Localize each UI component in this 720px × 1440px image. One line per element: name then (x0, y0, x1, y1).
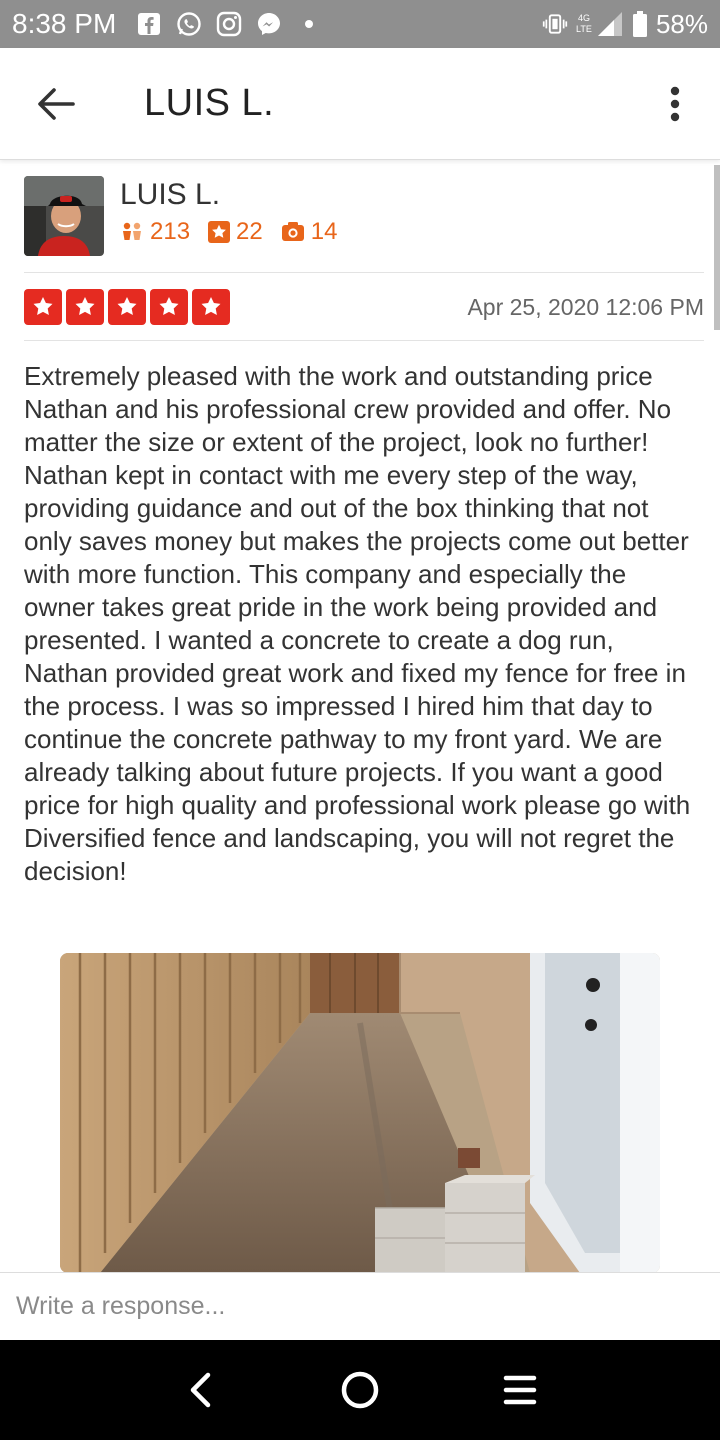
more-options-button[interactable] (660, 79, 690, 129)
review-text: Extremely pleased with the work and outs… (24, 361, 691, 886)
divider (24, 340, 704, 341)
review-photo[interactable] (60, 953, 660, 1273)
home-circle-icon (341, 1371, 379, 1409)
status-right: 4G LTE 58% (542, 9, 708, 40)
more-vertical-icon (670, 86, 680, 121)
photos-count: 14 (310, 218, 338, 245)
photos-stat: 14 (281, 218, 338, 246)
friends-stat: 213 (120, 218, 190, 246)
svg-text:LTE: LTE (576, 24, 592, 34)
friends-icon (123, 222, 141, 240)
reviewer-name[interactable]: LUIS L. (120, 178, 220, 212)
camera-icon (281, 222, 304, 241)
whatsapp-icon (176, 11, 202, 37)
signal-icon: 4G LTE (576, 11, 624, 37)
reviews-count: 22 (236, 218, 263, 245)
star-rating (24, 289, 230, 325)
menu-icon (503, 1375, 537, 1405)
messenger-icon (256, 11, 282, 37)
friends-count: 213 (150, 218, 191, 245)
instagram-icon (216, 11, 242, 37)
star-icon (108, 289, 146, 325)
response-bar (0, 1272, 720, 1340)
star-icon (192, 289, 230, 325)
review-date: Apr 25, 2020 12:06 PM (467, 293, 704, 320)
back-button[interactable] (26, 74, 86, 134)
reviews-stat: 22 (208, 218, 263, 246)
review-star-icon (208, 221, 231, 243)
vibrate-icon (542, 11, 568, 37)
chevron-left-icon (190, 1372, 211, 1408)
battery-icon (632, 11, 648, 37)
app-bar: LUIS L. (0, 48, 720, 160)
reviewer-stats: 213 22 14 (120, 218, 337, 246)
svg-text:4G: 4G (578, 13, 590, 23)
star-icon (150, 289, 188, 325)
scrollbar[interactable] (714, 165, 720, 330)
nav-home-button[interactable] (330, 1360, 390, 1420)
status-time: 8:38 PM (12, 8, 117, 39)
avatar[interactable] (24, 176, 104, 256)
nav-back-button[interactable] (170, 1360, 230, 1420)
nav-recents-button[interactable] (490, 1360, 550, 1420)
response-input[interactable] (16, 1292, 696, 1321)
notification-icons (136, 11, 322, 37)
system-nav-bar (0, 1340, 720, 1440)
status-bar: 8:38 PM 4G LTE 58% (0, 0, 720, 48)
star-icon (24, 289, 62, 325)
facebook-icon (136, 11, 162, 37)
rating-row: Apr 25, 2020 12:06 PM (24, 288, 704, 326)
battery-level: 58% (655, 8, 708, 39)
star-icon (66, 289, 104, 325)
reviewer-header[interactable]: LUIS L. 213 22 14 (24, 176, 704, 272)
page-title: LUIS L. (144, 82, 275, 124)
dot-icon (296, 11, 322, 37)
divider (24, 272, 704, 273)
arrow-left-icon (38, 87, 75, 120)
